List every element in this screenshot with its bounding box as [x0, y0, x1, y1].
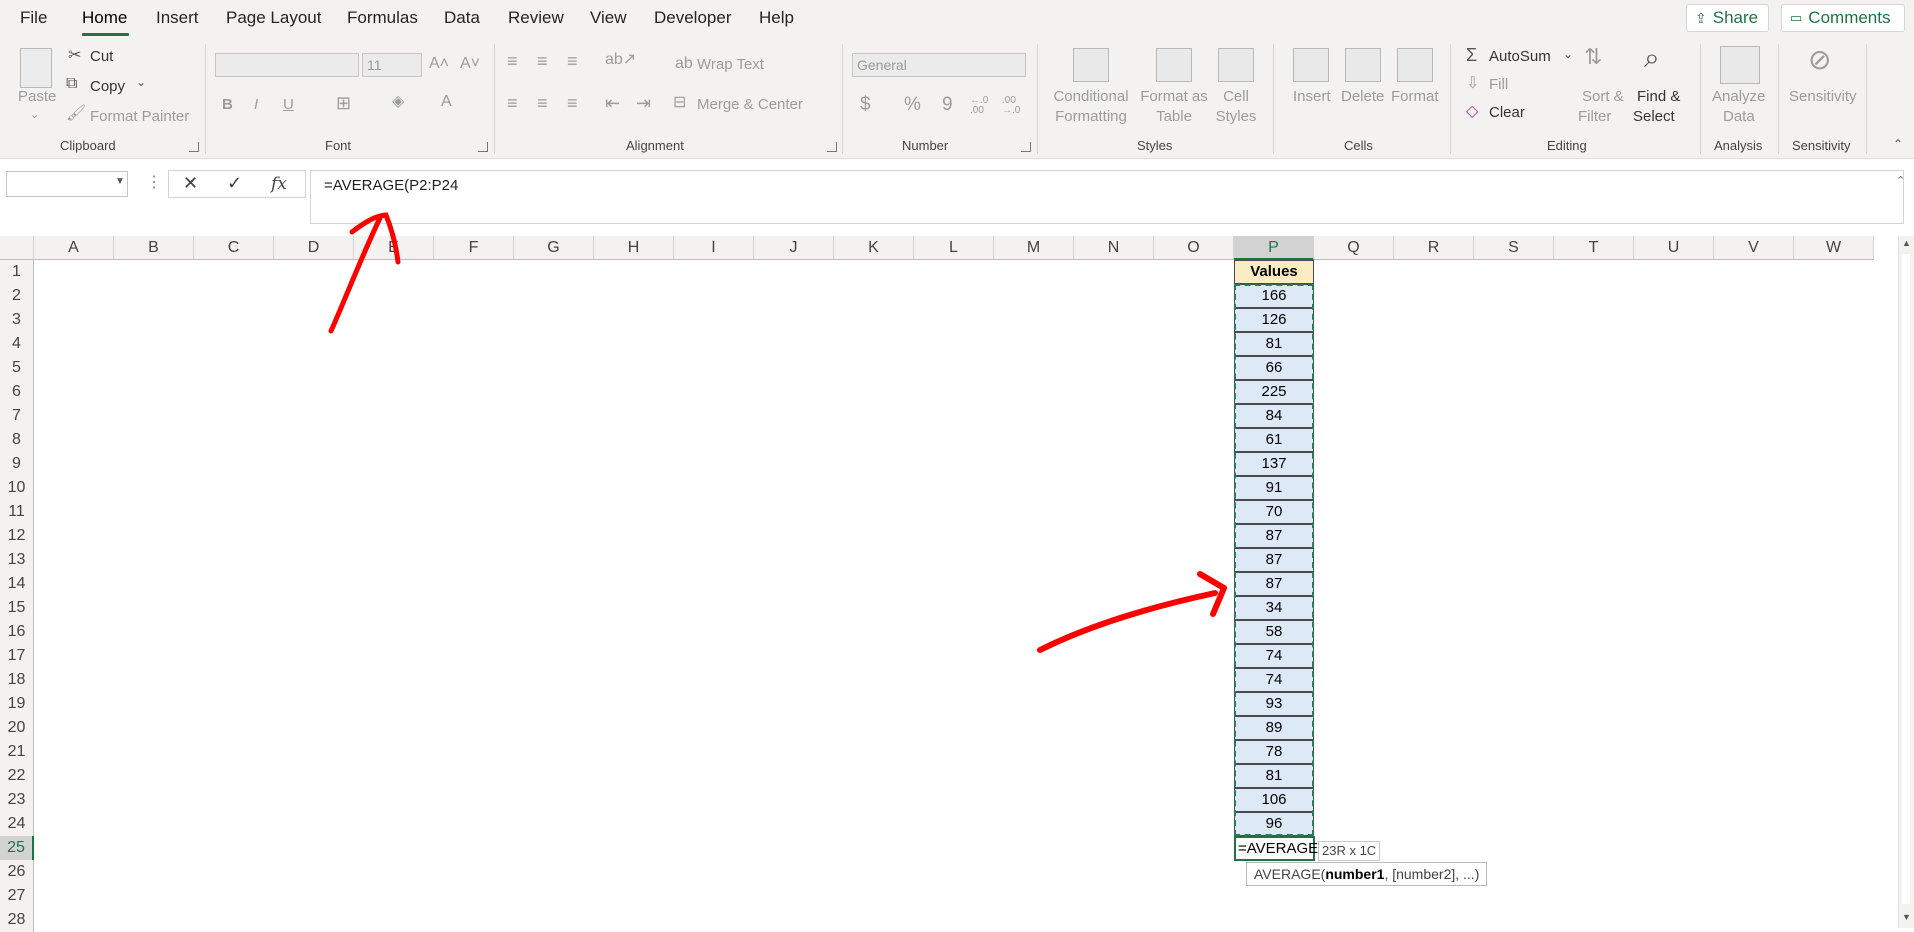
annotation-overlay [328, 212, 1227, 653]
annotation-arrow-shaft [1037, 590, 1218, 653]
annotation-arrow-shaft [328, 215, 383, 334]
annotation-arrow-head [349, 212, 401, 265]
